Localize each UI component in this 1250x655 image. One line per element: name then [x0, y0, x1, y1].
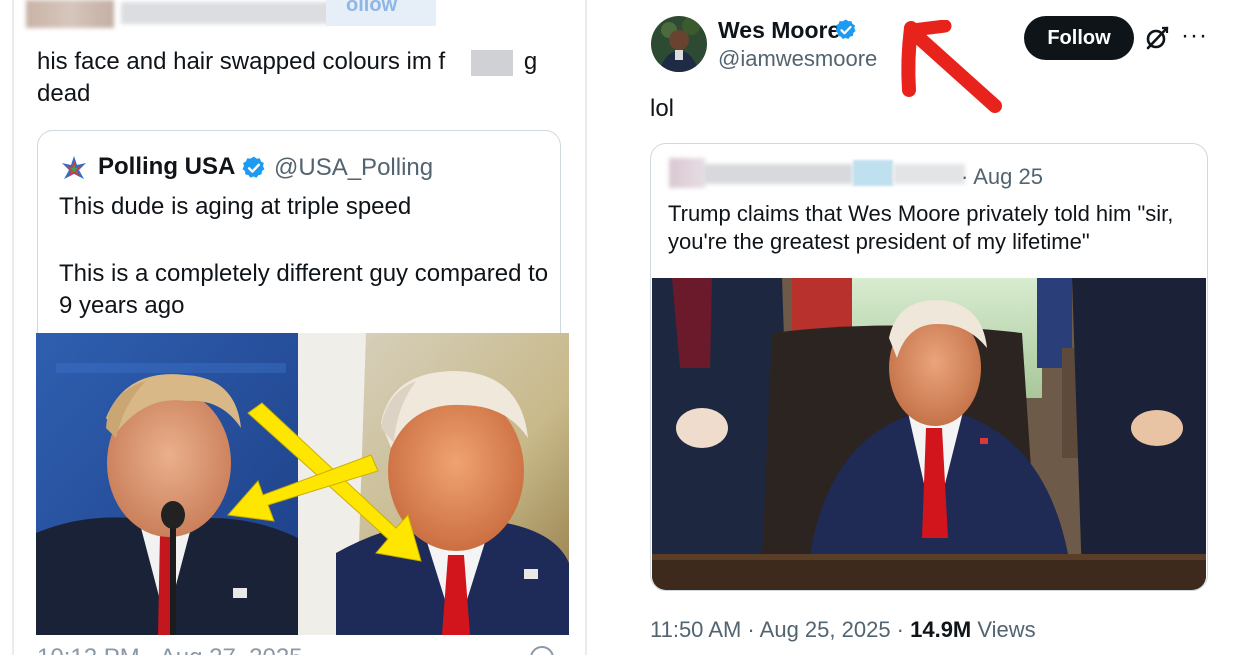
- author-name[interactable]: Wes Moore: [718, 17, 840, 44]
- verified-badge-icon: [242, 156, 265, 178]
- trump-comparison-photo[interactable]: [36, 333, 569, 635]
- views-count: 14.9M: [910, 617, 972, 642]
- quoted-tweet-card[interactable]: Polling USA @USA_Polling This dude is ag…: [37, 130, 561, 360]
- blurred-quoted-avatar: [669, 158, 705, 188]
- more-icon[interactable]: ···: [1181, 22, 1208, 50]
- tweet-text-body: his face and hair swapped colours im f g…: [37, 48, 538, 107]
- tweet-meta: 11:50 AM · Aug 25, 2025 · 14.9M Views: [650, 617, 1036, 643]
- quoted-tweet-card[interactable]: · Aug 25 Trump claims that Wes Moore pri…: [650, 143, 1208, 591]
- polling-usa-logo-icon: [62, 156, 86, 179]
- trump-comparison-image: [36, 333, 569, 635]
- quoted-tweet-line-1: This dude is aging at triple speed: [59, 193, 412, 220]
- quoted-tweet-text: Trump claims that Wes Moore privately to…: [668, 201, 1174, 254]
- blurred-quoted-handle: [893, 164, 965, 184]
- bookmark-icon[interactable]: [530, 646, 554, 655]
- censor-box: [471, 50, 513, 76]
- blurred-author-name: [121, 2, 331, 24]
- oval-office-photo[interactable]: [652, 278, 1206, 590]
- views-label: Views: [971, 617, 1036, 642]
- grok-icon[interactable]: [1144, 25, 1170, 51]
- blurred-quoted-author: [669, 158, 969, 188]
- follow-link-partial[interactable]: ollow: [346, 0, 397, 17]
- right-tweet-panel: Wes Moore @iamwesmoore Follow ··· lol · …: [612, 0, 1250, 655]
- author-handle[interactable]: @iamwesmoore: [718, 46, 877, 72]
- left-tweet-panel: ollow his face and hair swapped colours …: [0, 0, 605, 655]
- red-arrow-annotation: [901, 20, 1002, 113]
- follow-button[interactable]: Follow: [1024, 16, 1134, 60]
- tweet-text: lol: [650, 95, 675, 122]
- blurred-author-header: ollow: [26, 0, 436, 28]
- avatar[interactable]: [651, 16, 707, 72]
- verified-badge-icon: [835, 19, 856, 39]
- quoted-tweet-date[interactable]: · Aug 25: [961, 164, 1043, 190]
- wes-moore-avatar-image: [651, 16, 707, 72]
- left-panel-border: [12, 0, 14, 655]
- quoted-tweet-line-2: This is a completely different guy compa…: [59, 260, 549, 319]
- quoted-author-handle[interactable]: @USA_Polling: [274, 154, 433, 182]
- quoted-author-name[interactable]: Polling USA: [98, 153, 235, 181]
- oval-office-image: [652, 278, 1206, 590]
- blurred-quoted-badge: [853, 160, 893, 186]
- left-panel-border-right: [585, 0, 587, 655]
- tweet-timestamp-partial: 10:12 PM · Aug 27, 2025: [37, 644, 303, 655]
- blurred-quoted-name: [703, 164, 853, 184]
- blurred-avatar: [26, 0, 114, 28]
- tweet-timestamp[interactable]: 11:50 AM · Aug 25, 2025 ·: [650, 617, 910, 642]
